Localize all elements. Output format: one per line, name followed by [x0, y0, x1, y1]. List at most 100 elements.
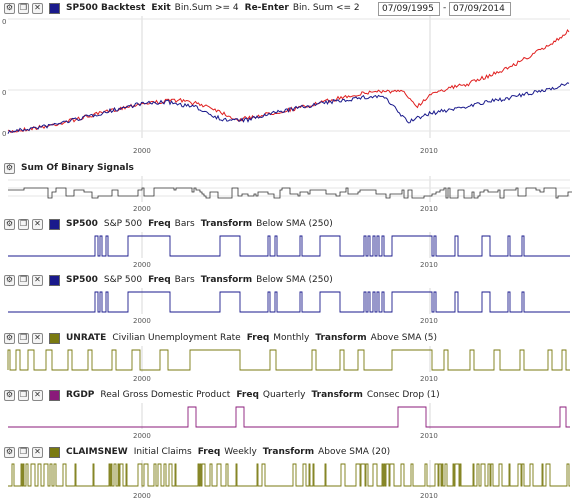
y-tick-label: 0 [2, 89, 6, 97]
signal-header: ⚙ ❐ ✕ SP500 S&P 500 Freq Bars Transform … [0, 272, 572, 288]
x-tick-label: 2000 [133, 147, 151, 155]
color-swatch[interactable] [49, 332, 60, 344]
close-icon[interactable]: ✕ [32, 446, 43, 458]
exit-rule: Bin.Sum >= 4 [174, 3, 239, 13]
signal-panel: ⚙ ❐ ✕ CLAIMSNEW Initial Claims Freq Week… [0, 444, 572, 500]
signal-step-line [8, 235, 570, 257]
signal-step-line [7, 349, 570, 371]
signal-header: ⚙ ❐ ✕ SP500 S&P 500 Freq Bars Transform … [0, 216, 572, 232]
color-swatch[interactable] [49, 446, 60, 458]
color-swatch[interactable] [49, 2, 60, 14]
copy-icon[interactable]: ❐ [18, 2, 29, 14]
transform-label: Transform [262, 447, 315, 457]
transform-label: Transform [315, 333, 367, 343]
x-tick-label: 2010 [420, 205, 438, 213]
close-icon[interactable]: ✕ [32, 332, 43, 344]
x-tick-label: 2010 [420, 317, 438, 325]
backtest-chart: 0 0 0 2000 2010 [2, 16, 570, 155]
signal-header: ⚙ ❐ ✕ UNRATE Civilian Unemployment Rate … [0, 330, 572, 346]
exit-label: Exit [151, 3, 171, 13]
gear-icon[interactable]: ⚙ [4, 162, 15, 174]
copy-icon[interactable]: ❐ [18, 274, 29, 286]
gear-icon[interactable]: ⚙ [4, 274, 15, 286]
end-date-input[interactable]: 07/09/2014 [449, 2, 511, 16]
x-tick-label: 2010 [420, 432, 438, 440]
transform-label: Transform [200, 275, 253, 285]
binary-sum-chart: 2000 2010 [8, 176, 572, 213]
signal-panel: ⚙ ❐ ✕ SP500 S&P 500 Freq Bars Transform … [0, 272, 572, 326]
signal-header: ⚙ ❐ ✕ RGDP Real Gross Domestic Product F… [0, 387, 572, 403]
freq-value: Bars [174, 219, 195, 229]
signal-step-line [8, 406, 570, 428]
signal-chart: 2000 2010 [7, 346, 570, 383]
transform-value: Consec Drop (1) [366, 390, 440, 400]
transform-value: Above SMA (5) [370, 333, 438, 343]
backtest-symbol: SP500 Backtest [66, 3, 146, 13]
freq-value: Bars [174, 275, 195, 285]
freq-label: Freq [236, 390, 259, 400]
reenter-rule: Bin. Sum <= 2 [292, 3, 360, 13]
x-tick-label: 2000 [133, 492, 151, 500]
x-tick-label: 2010 [420, 492, 438, 500]
y-tick-label: 0 [2, 130, 6, 138]
freq-label: Freq [197, 447, 221, 457]
color-swatch[interactable] [49, 389, 60, 401]
x-tick-label: 2000 [133, 375, 151, 383]
close-icon[interactable]: ✕ [32, 274, 43, 286]
signal-chart: 2000 2010 [8, 288, 570, 325]
x-tick-label: 2000 [133, 317, 151, 325]
reenter-label: Re-Enter [244, 3, 289, 13]
x-tick-label: 2000 [133, 205, 151, 213]
x-tick-label: 2010 [420, 375, 438, 383]
binary-sum-title: Sum Of Binary Signals [21, 163, 134, 173]
signal-name: S&P 500 [103, 275, 143, 285]
signal-panel: ⚙ ❐ ✕ UNRATE Civilian Unemployment Rate … [0, 330, 572, 384]
close-icon[interactable]: ✕ [32, 218, 43, 230]
binary-sum-header: ⚙ Sum Of Binary Signals [0, 160, 572, 176]
signal-step-line [8, 463, 570, 487]
gear-icon[interactable]: ⚙ [4, 332, 15, 344]
x-tick-label: 2000 [133, 432, 151, 440]
gear-icon[interactable]: ⚙ [4, 218, 15, 230]
signal-panel: ⚙ ❐ ✕ SP500 S&P 500 Freq Bars Transform … [0, 216, 572, 270]
transform-value: Below SMA (250) [256, 219, 333, 229]
signal-name: S&P 500 [103, 219, 143, 229]
close-icon[interactable]: ✕ [32, 389, 43, 401]
signal-symbol: SP500 [66, 275, 98, 285]
freq-value: Quarterly [262, 390, 306, 400]
freq-value: Weekly [224, 447, 257, 457]
signal-panel: ⚙ ❐ ✕ RGDP Real Gross Domestic Product F… [0, 387, 572, 441]
signal-step-line [8, 291, 570, 313]
start-date-input[interactable]: 07/09/1995 [378, 2, 440, 16]
freq-label: Freq [148, 275, 171, 285]
sp500-series-line [7, 29, 570, 134]
gear-icon[interactable]: ⚙ [4, 389, 15, 401]
gear-icon[interactable]: ⚙ [4, 2, 15, 14]
signal-name: Civilian Unemployment Rate [112, 333, 241, 343]
signal-chart: 2000 2010 [8, 232, 570, 269]
freq-label: Freq [148, 219, 171, 229]
color-swatch[interactable] [49, 218, 60, 230]
signal-header: ⚙ ❐ ✕ CLAIMSNEW Initial Claims Freq Week… [0, 444, 572, 460]
x-tick-label: 2000 [133, 261, 151, 269]
freq-value: Monthly [273, 333, 310, 343]
copy-icon[interactable]: ❐ [18, 446, 29, 458]
signal-symbol: UNRATE [66, 333, 107, 343]
signal-name: Real Gross Domestic Product [100, 390, 231, 400]
transform-label: Transform [200, 219, 253, 229]
signal-symbol: SP500 [66, 219, 98, 229]
y-tick-label: 0 [2, 18, 6, 26]
close-icon[interactable]: ✕ [32, 2, 43, 14]
transform-value: Above SMA (20) [318, 447, 391, 457]
gear-icon[interactable]: ⚙ [4, 446, 15, 458]
freq-label: Freq [246, 333, 270, 343]
copy-icon[interactable]: ❐ [18, 389, 29, 401]
x-tick-label: 2010 [420, 147, 438, 155]
copy-icon[interactable]: ❐ [18, 218, 29, 230]
copy-icon[interactable]: ❐ [18, 332, 29, 344]
backtest-panel: ⚙ ❐ ✕ SP500 Backtest Exit Bin.Sum >= 4 R… [0, 0, 572, 158]
color-swatch[interactable] [49, 274, 60, 286]
transform-value: Below SMA (250) [256, 275, 333, 285]
signal-chart: 2000 2010 [8, 403, 570, 440]
signal-name: Initial Claims [133, 447, 192, 457]
